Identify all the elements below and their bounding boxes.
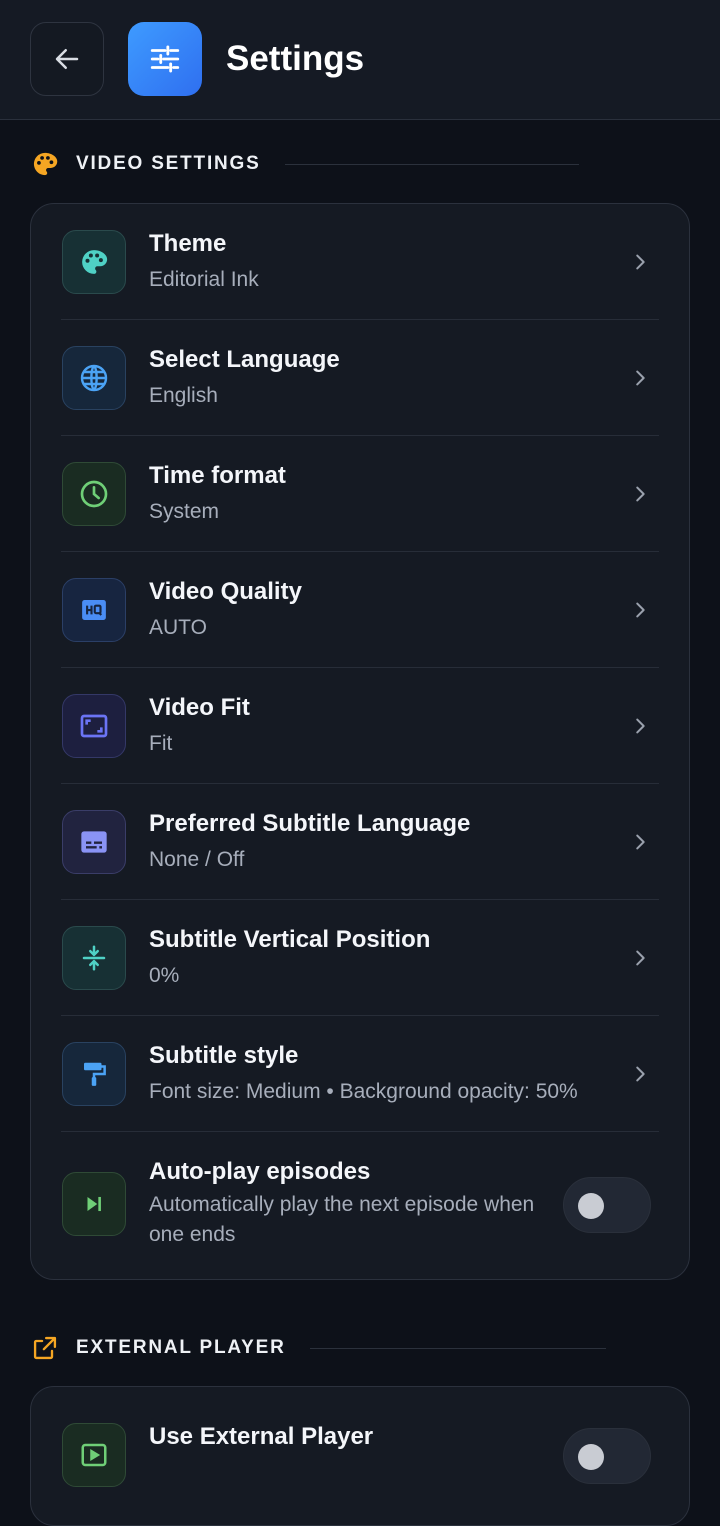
setting-video-fit[interactable]: Video Fit Fit	[31, 668, 689, 784]
chevron-right-icon	[636, 602, 645, 618]
back-button[interactable]	[30, 22, 104, 96]
subtitles-icon	[62, 810, 126, 874]
setting-video-quality[interactable]: Video Quality AUTO	[31, 552, 689, 668]
paint-roller-icon	[62, 1042, 126, 1106]
setting-description: Automatically play the next episode when…	[149, 1193, 535, 1246]
open-in-new-icon	[30, 1333, 60, 1363]
setting-title: Video Fit	[149, 694, 250, 721]
setting-subtitle-position[interactable]: Subtitle Vertical Position 0%	[31, 900, 689, 1016]
setting-theme[interactable]: Theme Editorial Ink	[31, 204, 689, 320]
setting-title: Subtitle Vertical Position	[149, 926, 431, 953]
chevron-right-icon	[636, 370, 645, 386]
clock-icon	[62, 462, 126, 526]
setting-value: Editorial Ink	[149, 268, 259, 291]
external-player-card: Use External Player	[30, 1386, 690, 1526]
toggle-knob	[578, 1444, 604, 1470]
chevron-right-icon	[636, 1066, 645, 1082]
setting-title: Theme	[149, 230, 227, 257]
sliders-icon	[128, 22, 202, 96]
chevron-right-icon	[636, 950, 645, 966]
setting-value: None / Off	[149, 848, 245, 871]
section-label: VIDEO SETTINGS	[76, 153, 261, 174]
setting-title: Auto-play episodes	[149, 1158, 371, 1185]
setting-time-format[interactable]: Time format System	[31, 436, 689, 552]
setting-title: Video Quality	[149, 578, 302, 605]
skip-next-icon	[62, 1172, 126, 1236]
globe-icon	[62, 346, 126, 410]
section-divider	[309, 1347, 606, 1349]
setting-value: AUTO	[149, 616, 207, 639]
setting-value: Fit	[149, 732, 173, 755]
arrow-left-icon	[55, 49, 79, 69]
setting-value: System	[149, 500, 220, 523]
section-divider	[284, 163, 579, 165]
autoplay-toggle[interactable]	[563, 1177, 651, 1233]
setting-title: Time format	[149, 462, 286, 489]
section-header-external: EXTERNAL PLAYER	[30, 1332, 606, 1364]
setting-title: Use External Player	[149, 1423, 374, 1450]
vertical-align-center-icon	[62, 926, 126, 990]
palette-icon	[62, 230, 126, 294]
section-label: EXTERNAL PLAYER	[76, 1337, 286, 1358]
section-header-video: VIDEO SETTINGS	[30, 148, 579, 180]
setting-value: Font size: Medium • Background opacity: …	[149, 1080, 578, 1103]
chevron-right-icon	[636, 834, 645, 850]
setting-subtitle-language[interactable]: Preferred Subtitle Language None / Off	[31, 784, 689, 900]
setting-value: 0%	[149, 964, 180, 987]
setting-subtitle-style[interactable]: Subtitle style Font size: Medium • Backg…	[31, 1016, 689, 1132]
chevron-right-icon	[636, 486, 645, 502]
page-title: Settings	[226, 39, 365, 78]
hq-icon	[62, 578, 126, 642]
external-player-toggle[interactable]	[563, 1428, 651, 1484]
setting-language[interactable]: Select Language English	[31, 320, 689, 436]
video-settings-card: Theme Editorial Ink Select Language Engl…	[30, 203, 690, 1280]
top-bar: Settings	[0, 0, 720, 120]
chevron-right-icon	[636, 254, 645, 270]
setting-title: Select Language	[149, 346, 340, 373]
chevron-right-icon	[636, 718, 645, 734]
setting-title: Preferred Subtitle Language	[149, 810, 471, 837]
aspect-ratio-icon	[62, 694, 126, 758]
setting-use-external-player[interactable]: Use External Player	[31, 1397, 689, 1513]
external-player-icon	[62, 1423, 126, 1487]
toggle-knob	[578, 1193, 604, 1219]
palette-icon	[30, 149, 60, 179]
setting-title: Subtitle style	[149, 1042, 299, 1069]
setting-value: English	[149, 384, 218, 407]
setting-autoplay[interactable]: Auto-play episodes Automatically play th…	[31, 1132, 689, 1278]
